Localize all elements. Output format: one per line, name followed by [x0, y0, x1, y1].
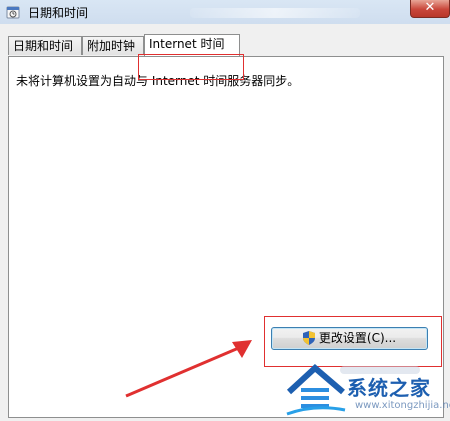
blurred-title-text	[190, 8, 360, 18]
watermark-house-logo	[286, 363, 346, 416]
title-bar: 日期和时间 ✕	[0, 0, 450, 24]
watermark-url: www.xitongzhijia.net	[355, 400, 450, 411]
change-settings-button[interactable]: 更改设置(C)...	[271, 327, 428, 350]
arrow-annotation	[125, 340, 252, 398]
window-title: 日期和时间	[28, 6, 89, 20]
app-clock-icon	[6, 6, 20, 19]
blurred-text	[340, 366, 420, 374]
tab-date-time[interactable]: 日期和时间	[8, 36, 82, 55]
tab-internet-time[interactable]: Internet 时间	[144, 34, 240, 56]
tab-label: 附加时钟	[87, 39, 136, 53]
tab-label: 日期和时间	[13, 39, 74, 53]
tab-additional-clocks[interactable]: 附加时钟	[82, 36, 144, 55]
close-icon: ✕	[424, 0, 436, 15]
tab-highlight-box	[138, 54, 244, 80]
change-settings-label: 更改设置(C)...	[318, 331, 397, 345]
close-button[interactable]: ✕	[410, 0, 450, 18]
watermark-brand: 系统之家	[347, 376, 431, 400]
uac-shield-icon	[302, 331, 315, 345]
date-time-dialog: 日期和时间 ✕ 日期和时间 附加时钟 Internet 时间 未将计算机设置为自…	[0, 0, 450, 421]
tab-label: Internet 时间	[149, 37, 225, 51]
